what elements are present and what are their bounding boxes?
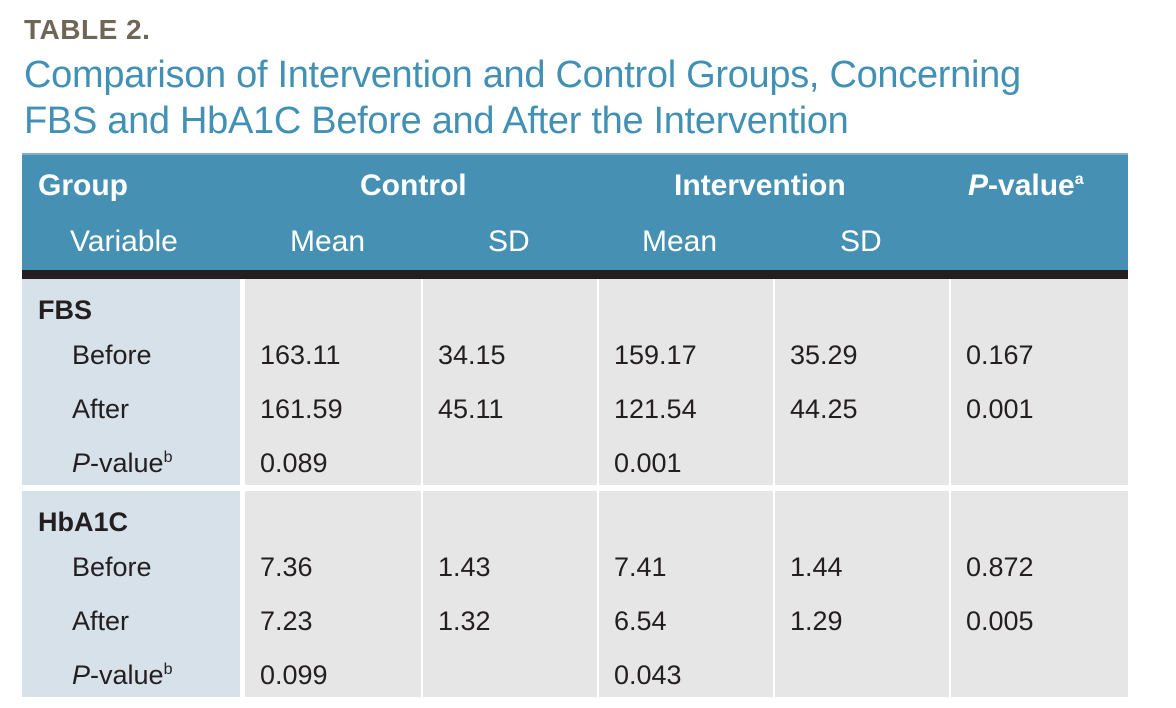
row-label: After <box>72 394 130 424</box>
table-row: P-valueb 0.099 0.043 <box>22 648 1128 702</box>
cell-c-mean: 0.089 <box>260 448 328 478</box>
row-label: Before <box>72 552 152 582</box>
header-intervention: Intervention <box>674 169 846 202</box>
cell-c-sd: 1.43 <box>438 552 491 582</box>
table-title: Comparison of Intervention and Control G… <box>24 52 1021 144</box>
cell-i-mean: 121.54 <box>614 394 697 424</box>
header-group: Group <box>38 169 128 202</box>
cell-p: 0.167 <box>966 340 1034 370</box>
table-row: After 161.59 45.11 121.54 44.25 0.001 <box>22 382 1128 436</box>
cell-c-mean: 163.11 <box>260 340 341 370</box>
table-row: Before 7.36 1.43 7.41 1.44 0.872 <box>22 540 1128 594</box>
cell-c-mean: 161.59 <box>260 394 343 424</box>
cell-i-sd: 35.29 <box>790 340 858 370</box>
cell-i-mean: 6.54 <box>614 606 667 636</box>
section-fbs: FBS Before 163.11 34.15 159.17 35.29 0.167 Afte… <box>22 279 1128 485</box>
cell-p: 0.005 <box>966 606 1034 636</box>
cell-p: 0.001 <box>966 394 1034 424</box>
cell-c-sd: 1.32 <box>438 606 491 636</box>
cell-c-sd: 45.11 <box>438 394 504 424</box>
row-label: P-valueb <box>72 660 173 690</box>
cell-i-sd: 1.29 <box>790 606 843 636</box>
cell-i-sd: 44.25 <box>790 394 858 424</box>
header-control: Control <box>360 169 467 202</box>
header-intervention-mean: Mean <box>642 225 718 258</box>
cell-i-mean: 0.043 <box>614 660 682 690</box>
row-label: Before <box>72 340 152 370</box>
cell-i-mean: 0.001 <box>614 448 682 478</box>
header-control-mean: Mean <box>290 225 366 258</box>
cell-i-mean: 159.17 <box>614 340 697 370</box>
section-hba1c: HbA1C Before 7.36 1.43 7.41 1.44 0.872 After 7.2… <box>22 491 1128 697</box>
row-label: After <box>72 606 130 636</box>
data-table: Group Control Intervention P-valuea Vari… <box>22 153 1128 697</box>
table-label: TABLE 2. <box>24 14 151 45</box>
header-intervention-sd: SD <box>840 225 882 258</box>
cell-p: 0.872 <box>966 552 1034 582</box>
header-control-sd: SD <box>488 225 530 258</box>
table-row: Before 163.11 34.15 159.17 35.29 0.167 <box>22 328 1128 382</box>
cell-c-mean: 7.36 <box>260 552 313 582</box>
table-title-line-2: FBS and HbA1C Before and After the Inter… <box>24 100 849 142</box>
table-title-line-1: Comparison of Intervention and Control G… <box>24 54 1021 96</box>
table-row: After 7.23 1.32 6.54 1.29 0.005 <box>22 594 1128 648</box>
cell-c-mean: 7.23 <box>260 606 313 636</box>
cell-i-sd: 1.44 <box>790 552 843 582</box>
cell-c-sd: 34.15 <box>438 340 506 370</box>
cell-c-mean: 0.099 <box>260 660 328 690</box>
header-variable: Variable <box>70 225 178 258</box>
row-label: P-valueb <box>72 448 173 478</box>
cell-i-mean: 7.41 <box>614 552 667 582</box>
header-pvalue: P-valuea <box>968 169 1084 202</box>
table-header: Group Control Intervention P-valuea Vari… <box>22 153 1128 270</box>
header-rule <box>22 270 1128 279</box>
table-row: P-valueb 0.089 0.001 <box>22 436 1128 490</box>
